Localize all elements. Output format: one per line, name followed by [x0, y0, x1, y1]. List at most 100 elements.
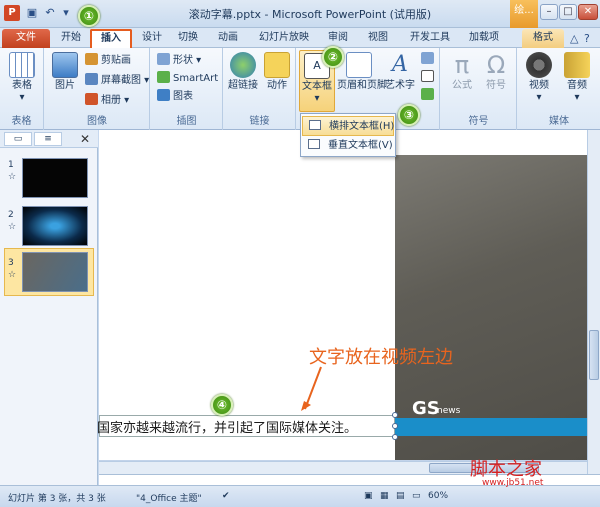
slide-thumbnail-3[interactable]	[22, 252, 88, 292]
star-icon: ☆	[8, 270, 17, 280]
drawing-tools-tab[interactable]: 绘...	[510, 0, 538, 28]
group-symbols: π 公式 Ω 符号 符号	[441, 48, 517, 130]
step-marker-4: ④	[211, 394, 233, 416]
caption-text: 国家亦越来越流行，并引起了国际媒体关注。	[97, 421, 358, 436]
annotation-text: 文字放在视频左边	[309, 347, 453, 368]
picture-button[interactable]: 图片	[46, 50, 84, 110]
powerpoint-logo-icon[interactable]: P	[4, 5, 20, 21]
table-icon	[9, 52, 35, 78]
ribbon-tabs: 文件 开始 插入 设计 切换 动画 幻灯片放映 审阅 视图 开发工具 加载项 格…	[0, 28, 600, 48]
normal-view-icon[interactable]: ▣	[364, 491, 373, 501]
slide-number-button[interactable]	[421, 70, 437, 86]
object-icon	[421, 88, 434, 100]
clipart-icon	[85, 53, 98, 65]
header-footer-icon	[346, 52, 372, 78]
tab-review[interactable]: 审阅	[322, 29, 354, 48]
tab-format[interactable]: 格式	[522, 29, 564, 48]
tab-animations[interactable]: 动画	[212, 29, 244, 48]
screenshot-button[interactable]: 屏幕截图 ▾	[85, 73, 149, 89]
group-illustrations: 形状 ▾ SmartArt 图表 插图	[151, 48, 223, 130]
hyperlink-button[interactable]: 超链接	[224, 50, 262, 110]
table-button[interactable]: 表格 ▾	[3, 50, 41, 110]
help-icon[interactable]: ?	[584, 32, 590, 45]
tab-slides-icon[interactable]: ▭	[4, 132, 32, 146]
zoom-level[interactable]: 60%	[428, 491, 448, 501]
save-icon[interactable]: ▣	[24, 5, 40, 21]
group-links-label: 链接	[249, 116, 270, 127]
resize-handle[interactable]	[392, 423, 398, 429]
vertical-scroll-thumb[interactable]	[589, 330, 599, 380]
slide-number-icon	[421, 70, 434, 82]
qat-dropdown-icon[interactable]: ▾	[58, 5, 74, 21]
close-pane-icon[interactable]: ✕	[80, 132, 90, 146]
action-button[interactable]: 动作	[258, 50, 296, 110]
clipart-button[interactable]: 剪贴画	[85, 53, 131, 69]
chart-button[interactable]: 图表	[157, 89, 193, 105]
sorter-view-icon[interactable]: ▦	[380, 491, 389, 501]
date-time-button[interactable]	[421, 52, 437, 68]
smartart-button[interactable]: SmartArt	[157, 71, 218, 87]
vertical-textbox-item[interactable]: 垂直文本框(V)	[302, 136, 394, 156]
annotation-arrow-icon	[301, 366, 322, 411]
shapes-icon	[157, 53, 170, 65]
group-illustrations-label: 插图	[176, 116, 197, 127]
video-logo-sub: news	[437, 406, 461, 416]
undo-icon[interactable]: ↶	[42, 5, 58, 21]
video-button[interactable]: 视频 ▾	[520, 50, 558, 110]
tab-addins[interactable]: 加载项	[462, 29, 506, 48]
picture-icon	[52, 52, 78, 78]
pane-tabs: ▭ ≡ ✕	[0, 130, 98, 148]
album-button[interactable]: 相册 ▾	[85, 93, 129, 109]
group-images-label: 图像	[87, 116, 107, 127]
equation-button[interactable]: π 公式	[443, 50, 481, 110]
textbox-dropdown-menu: 横排文本框(H) 垂直文本框(V)	[300, 113, 396, 157]
symbol-button[interactable]: Ω 符号	[477, 50, 515, 110]
minimize-button[interactable]: –	[540, 4, 558, 20]
close-button[interactable]: ✕	[578, 4, 598, 20]
slide-thumbnail-2[interactable]	[22, 206, 88, 246]
tab-slideshow[interactable]: 幻灯片放映	[252, 29, 316, 48]
horizontal-textbox-item[interactable]: 横排文本框(H)	[302, 116, 394, 136]
date-time-icon	[421, 52, 434, 64]
chart-icon	[157, 89, 170, 101]
slide-editor: GS news 国家亦越来越流行，并引起了国际媒体关注。 文字放在视频左边	[97, 130, 587, 476]
slides-pane: ▭ ≡ ✕ 1 ☆ 2 ☆ 3 ☆	[0, 130, 98, 485]
step-marker-1: ①	[78, 5, 100, 27]
watermark-url: www.jb51.net	[482, 478, 544, 488]
group-symbols-label: 符号	[468, 116, 489, 127]
film-reel-icon	[526, 52, 552, 78]
tab-home[interactable]: 开始	[54, 29, 88, 48]
object-button[interactable]	[421, 88, 437, 104]
tab-insert[interactable]: 插入	[90, 29, 132, 48]
vertical-scrollbar[interactable]	[587, 130, 600, 476]
album-icon	[85, 93, 98, 105]
slide-info: 幻灯片 第 3 张，共 3 张	[8, 494, 106, 504]
tab-outline-icon[interactable]: ≡	[34, 132, 62, 146]
reading-view-icon[interactable]: ▤	[396, 491, 405, 501]
wordart-icon: A	[392, 52, 408, 77]
resize-handle[interactable]	[392, 412, 398, 418]
group-tables-label: 表格	[11, 116, 32, 127]
minimize-ribbon-icon[interactable]: △	[570, 32, 578, 45]
pi-icon: π	[454, 51, 470, 79]
shapes-button[interactable]: 形状 ▾	[157, 53, 201, 69]
resize-handle[interactable]	[392, 434, 398, 440]
slide-thumbnail-1[interactable]	[22, 158, 88, 198]
tab-transitions[interactable]: 切换	[172, 29, 204, 48]
step-marker-3: ③	[398, 104, 420, 126]
wordart-button[interactable]: A 艺术字	[383, 50, 417, 110]
video-caption-bar	[395, 418, 587, 436]
horizontal-textbox-icon	[309, 120, 321, 130]
tab-file[interactable]: 文件	[2, 29, 50, 48]
action-star-icon	[264, 52, 290, 78]
tab-design[interactable]: 设计	[136, 29, 168, 48]
slideshow-view-icon[interactable]: ▭	[412, 491, 421, 501]
spellcheck-icon[interactable]: ✔	[222, 491, 230, 501]
step-marker-2: ②	[322, 46, 344, 68]
tab-developer[interactable]: 开发工具	[404, 29, 456, 48]
tab-view[interactable]: 视图	[362, 29, 394, 48]
maximize-button[interactable]: □	[559, 4, 577, 20]
audio-button[interactable]: 音频 ▾	[558, 50, 596, 110]
star-icon: ☆	[8, 172, 17, 182]
theme-name: "4_Office 主题"	[136, 494, 202, 504]
